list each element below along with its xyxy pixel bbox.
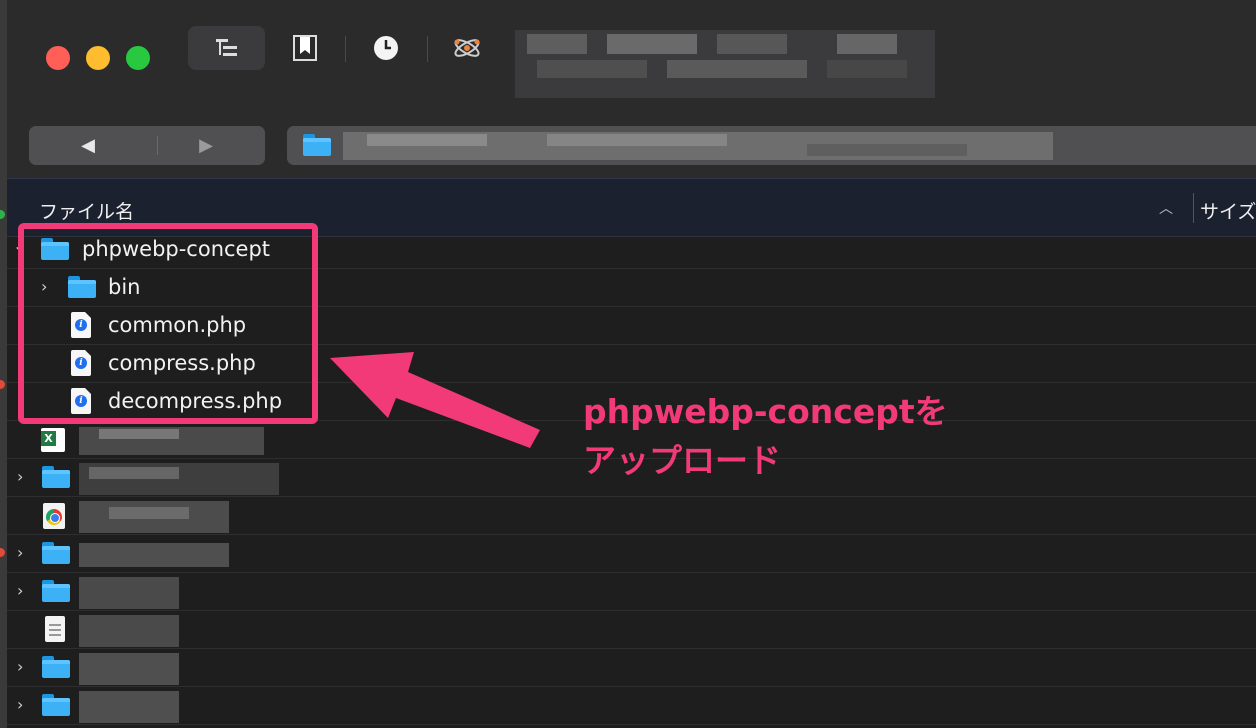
- excel-file-icon: X: [41, 428, 65, 452]
- folder-icon: [42, 694, 70, 716]
- zoom-button[interactable]: [126, 46, 150, 70]
- annotation-line-2: アップロード: [583, 441, 781, 480]
- disclosure-collapsed-icon[interactable]: ›: [17, 695, 31, 715]
- status-dot: [0, 380, 5, 389]
- bookmark-icon: [293, 35, 317, 61]
- triangle-right-icon: ▶: [199, 135, 213, 156]
- disclosure-collapsed-icon[interactable]: ›: [17, 581, 31, 601]
- close-button[interactable]: [46, 46, 70, 70]
- name-column-header[interactable]: ファイル名: [39, 197, 134, 224]
- sync-button[interactable]: [450, 31, 484, 65]
- text-file-icon: [45, 616, 65, 642]
- path-bar[interactable]: [287, 126, 1256, 165]
- highlight-box: [18, 223, 318, 424]
- forward-button[interactable]: ▶: [147, 126, 265, 165]
- triangle-left-icon: ◀: [81, 135, 95, 156]
- chrome-file-icon: [43, 503, 65, 529]
- background-window-edge: [0, 0, 7, 728]
- disclosure-collapsed-icon[interactable]: ›: [17, 657, 31, 677]
- chevron-up-icon[interactable]: ︿: [1159, 198, 1173, 218]
- minimize-button[interactable]: [86, 46, 110, 70]
- annotation-line-1: phpwebp-conceptを: [583, 392, 948, 431]
- clock-icon: [374, 36, 398, 60]
- status-dot: [0, 548, 5, 557]
- tree-row-obscured[interactable]: [7, 610, 1256, 649]
- tree-row-obscured[interactable]: ›: [7, 572, 1256, 611]
- folder-icon: [42, 580, 70, 602]
- size-column-header[interactable]: サイズ: [1200, 197, 1256, 224]
- navigation-segment: ◀ ▶: [29, 126, 265, 165]
- folder-icon: [42, 466, 70, 488]
- back-button[interactable]: ◀: [29, 126, 147, 165]
- tree-row-obscured[interactable]: [7, 496, 1256, 535]
- list-view-button[interactable]: [188, 26, 265, 70]
- tree-row-obscured[interactable]: ›: [7, 648, 1256, 687]
- atom-icon: [454, 39, 480, 57]
- bookmark-button[interactable]: [290, 33, 320, 63]
- tree-row-obscured[interactable]: ›: [7, 686, 1256, 725]
- annotation-text: phpwebp-conceptを アップロード: [583, 387, 948, 485]
- disclosure-collapsed-icon[interactable]: ›: [17, 543, 31, 563]
- folder-icon: [303, 134, 331, 156]
- toolbar: ◀ ▶: [7, 0, 1256, 178]
- list-tree-icon: [215, 39, 237, 56]
- status-dot: [0, 210, 5, 219]
- folder-icon: [42, 656, 70, 678]
- folder-icon: [42, 542, 70, 564]
- tree-row-obscured[interactable]: ›: [7, 534, 1256, 573]
- disclosure-collapsed-icon[interactable]: ›: [17, 467, 31, 487]
- history-button[interactable]: [371, 33, 401, 63]
